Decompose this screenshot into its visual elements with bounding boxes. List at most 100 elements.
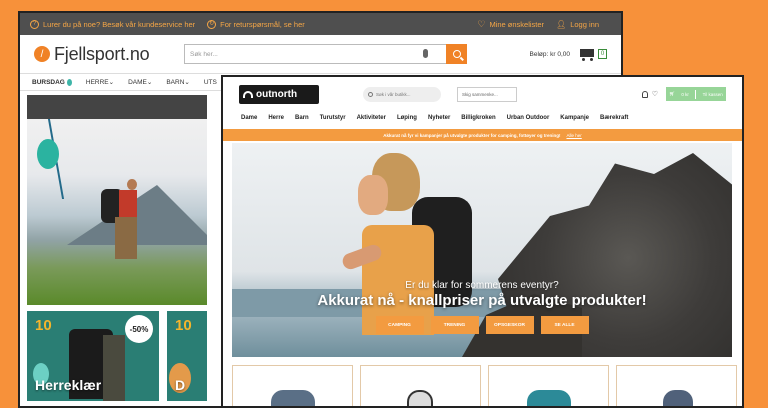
account-icon[interactable] bbox=[641, 90, 648, 98]
customer-service-text: Lurer du på noe? Besøk vår kundeservice … bbox=[43, 19, 196, 29]
outnorth-promo-banner: Akkurat nå fyr vi kampanjer på utvalgte … bbox=[223, 129, 742, 141]
fjellsport-hero-image[interactable] bbox=[27, 119, 207, 305]
nav-item-baerekraft[interactable]: Bærekraft bbox=[600, 115, 628, 121]
birthday-number: 10 bbox=[35, 317, 52, 334]
returns-link[interactable]: ↻ For returspørsmål, se her bbox=[207, 19, 305, 29]
nav-label: UTS bbox=[203, 78, 217, 86]
question-icon: ? bbox=[30, 19, 39, 29]
product-card[interactable] bbox=[360, 365, 481, 406]
search-placeholder: Søk i vår butikk... bbox=[376, 91, 411, 97]
promo-link[interactable]: Alle her bbox=[567, 133, 582, 138]
nav-item-barn[interactable]: BARN ⌄ bbox=[166, 78, 190, 87]
nav-item-nyheter[interactable]: Nyheter bbox=[428, 115, 450, 121]
fjellsport-header: / Fjellsport.no Søk her... Beløp: kr 0,0… bbox=[20, 35, 621, 73]
nav-label: DAME bbox=[128, 78, 147, 86]
pants-image bbox=[103, 335, 125, 401]
nav-item-aktiviteter[interactable]: Aktiviteter bbox=[357, 115, 386, 121]
birthday-number: 10 bbox=[175, 317, 192, 334]
customer-service-link[interactable]: ? Lurer du på noe? Besøk vår kundeservic… bbox=[30, 19, 196, 29]
outnorth-account-icons: ♡ bbox=[641, 90, 658, 98]
hiker-figure bbox=[97, 179, 137, 259]
microphone-icon[interactable] bbox=[423, 49, 428, 58]
search-icon bbox=[368, 91, 373, 97]
cart-total: 0 kr bbox=[681, 91, 689, 97]
hero-buttons: CAMPING TRENING OPSGESKOR SE ALLE bbox=[232, 316, 732, 334]
se-alle-button[interactable]: SE ALLE bbox=[540, 316, 589, 334]
mountain-shape bbox=[67, 185, 207, 245]
return-icon: ↻ bbox=[207, 19, 217, 29]
trening-button[interactable]: TRENING bbox=[430, 316, 479, 334]
heart-icon[interactable]: ♡ bbox=[652, 91, 658, 98]
logo-arc-icon bbox=[243, 90, 253, 98]
hero-title: Akkurat nå - knallpriser på utvalgte pro… bbox=[317, 292, 647, 309]
chevron-down-icon: ⌄ bbox=[108, 79, 115, 86]
nav-item-dame[interactable]: Dame bbox=[241, 115, 257, 121]
user-icon: 👤︎ bbox=[556, 19, 567, 29]
checkout-label: Til kassen bbox=[702, 91, 723, 97]
cart-icon: 🛒︎ bbox=[669, 91, 675, 96]
nav-item-herre[interactable]: HERRE ⌄ bbox=[85, 78, 115, 87]
nav-label: BARN bbox=[166, 78, 185, 86]
balloon-icon bbox=[37, 139, 59, 169]
nav-item-turutstyr[interactable]: Turutstyr bbox=[320, 115, 346, 121]
nav-item-billigkroken[interactable]: Billigkroken bbox=[461, 115, 495, 121]
logo-text: outnorth bbox=[256, 88, 298, 100]
chevron-down-icon: ⌄ bbox=[184, 79, 190, 86]
login-link[interactable]: 👤︎ Logg inn bbox=[556, 20, 599, 29]
outnorth-product-cards bbox=[232, 365, 737, 406]
tile-herreklaer[interactable]: 10 -50% Herreklær bbox=[27, 311, 159, 401]
nav-item-herre[interactable]: Herre bbox=[268, 115, 284, 121]
discount-badge: -50% bbox=[125, 315, 153, 343]
tile-label: Herreklær bbox=[35, 377, 102, 393]
login-label: Logg inn bbox=[570, 19, 599, 29]
nav-item-bursdag[interactable]: BURSDAG bbox=[32, 78, 72, 86]
tile-label: D bbox=[175, 377, 186, 393]
tile-dame[interactable]: 10 D bbox=[167, 311, 207, 401]
nav-label: HERRE bbox=[85, 78, 109, 86]
chevron-down-icon: ⌄ bbox=[146, 79, 153, 86]
wishlist-link[interactable]: ♡ Mine ønskelister bbox=[477, 19, 544, 30]
fjellsport-topbar: ? Lurer du på noe? Besøk vår kundeservic… bbox=[20, 13, 621, 35]
nav-item-urban-outdoor[interactable]: Urban Outdoor bbox=[507, 115, 550, 121]
vest-image bbox=[407, 390, 433, 406]
nav-item-kampanje[interactable]: Kampanje bbox=[560, 115, 589, 121]
outnorth-search-input[interactable]: Søk i vår butikk... bbox=[363, 86, 441, 102]
outnorth-window: outnorth Søk i vår butikk... Skig sammen… bbox=[221, 75, 744, 408]
fjellsport-search-button[interactable] bbox=[446, 44, 467, 64]
cart-icon[interactable] bbox=[578, 47, 596, 61]
outnorth-header: outnorth Søk i vår butikk... Skig sammen… bbox=[223, 77, 742, 111]
promo-text: Akkurat nå fyr vi kampanjer på utvalgte … bbox=[383, 132, 561, 138]
product-card[interactable] bbox=[616, 365, 737, 406]
fjellsport-logo[interactable]: / Fjellsport.no bbox=[34, 44, 174, 65]
cart-balance: Beløp: kr 0,00 bbox=[529, 50, 570, 58]
fjellsport-tiles: 10 -50% Herreklær 10 D bbox=[27, 311, 207, 401]
nav-label: BURSDAG bbox=[32, 78, 65, 86]
jacket-image bbox=[271, 390, 315, 406]
secondary-placeholder: Skig sammenke... bbox=[462, 91, 498, 97]
search-icon bbox=[452, 50, 461, 58]
outnorth-cart-button[interactable]: 🛒︎ 0 kr Til kassen bbox=[666, 87, 726, 101]
logo-text: Fjellsport.no bbox=[54, 43, 150, 64]
search-placeholder: Søk her... bbox=[190, 50, 218, 58]
balloon-icon bbox=[66, 78, 72, 86]
nav-item-barn[interactable]: Barn bbox=[295, 115, 309, 121]
fjellsport-campaign-bar bbox=[27, 95, 207, 119]
backpack-image bbox=[663, 390, 693, 406]
nav-item-dame[interactable]: DAME ⌄ bbox=[128, 78, 153, 87]
heart-icon: ♡ bbox=[477, 18, 486, 29]
product-card[interactable] bbox=[488, 365, 609, 406]
hero-subtitle: Er du klar for sommerens eventyr? bbox=[405, 280, 559, 291]
nav-item-uts[interactable]: UTS bbox=[204, 79, 217, 86]
outnorth-logo[interactable]: outnorth bbox=[239, 84, 319, 104]
outnorth-secondary-input[interactable]: Skig sammenke... bbox=[457, 86, 517, 102]
returns-text: For returspørsmål, se her bbox=[220, 19, 305, 29]
shirt-image bbox=[527, 390, 571, 406]
logo-mark-icon: / bbox=[34, 46, 50, 62]
cart-count-badge: 0 bbox=[598, 49, 607, 59]
wishlist-label: Mine ønskelister bbox=[489, 19, 545, 29]
sko-button[interactable]: OPSGESKOR bbox=[485, 316, 534, 334]
camping-button[interactable]: CAMPING bbox=[375, 316, 424, 334]
nav-item-loping[interactable]: Løping bbox=[397, 115, 417, 121]
product-card[interactable] bbox=[232, 365, 353, 406]
fjellsport-search-input[interactable]: Søk her... bbox=[184, 44, 446, 64]
